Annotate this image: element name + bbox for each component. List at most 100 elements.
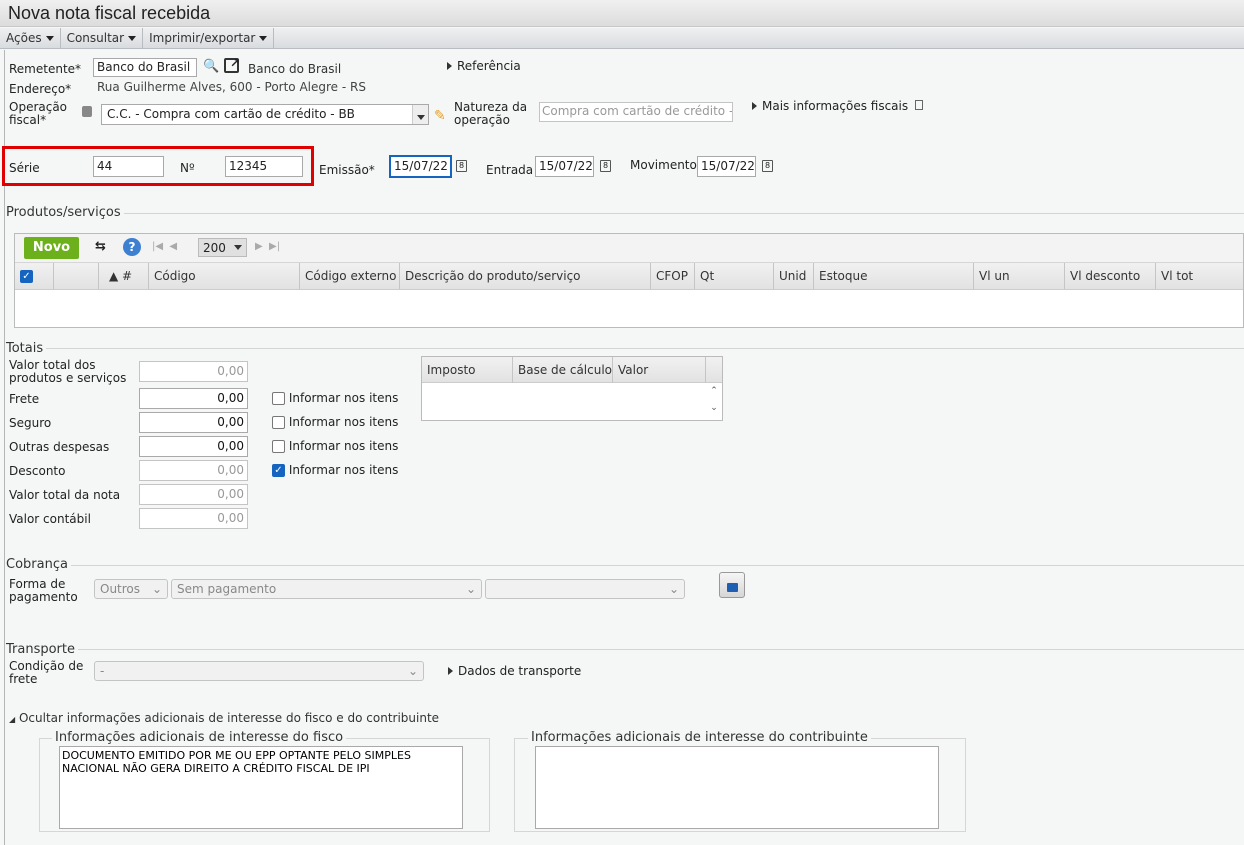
col-valor[interactable]: Valor — [613, 357, 706, 383]
expand-icon — [447, 62, 452, 70]
fisco-textarea[interactable]: DOCUMENTO EMITIDO POR ME OU EPP OPTANTE … — [59, 746, 463, 829]
col-vl-un[interactable]: Vl un — [974, 263, 1065, 289]
outras-despesas-label: Outras despesas — [9, 440, 110, 454]
serie-label: Série — [9, 161, 40, 175]
condicao-pagamento-select[interactable]: Sem pagamento ⌄ — [171, 579, 482, 599]
remetente-label: Remetente* — [9, 62, 82, 76]
calendar-icon[interactable]: 8 — [762, 160, 773, 172]
menu-label: Consultar — [66, 31, 125, 45]
pager-next-last-icons[interactable]: ▶ ▶| — [255, 241, 280, 252]
produtos-section-title: Produtos/serviços — [6, 205, 124, 220]
caret-down-icon — [259, 36, 268, 41]
dados-transporte-link[interactable]: Dados de transporte — [448, 665, 581, 678]
collapse-icon: ◢ — [9, 715, 16, 724]
remetente-name: Banco do Brasil — [248, 62, 342, 76]
help-icon[interactable]: ? — [123, 238, 141, 256]
select-value: - — [100, 664, 105, 678]
scrollbar[interactable]: ⌃ ⌄ — [706, 383, 722, 420]
frete-input[interactable]: 0,00 — [139, 388, 248, 409]
referencia-link[interactable]: Referência — [447, 60, 521, 73]
chevron-down-icon: ⌄ — [668, 582, 679, 596]
search-icon[interactable]: 🔍 — [203, 59, 219, 74]
unlock-button[interactable] — [719, 572, 745, 598]
dados-transporte-label: Dados de transporte — [458, 664, 582, 678]
imposto-grid: Imposto Base de cálculo Valor ⌃ ⌄ — [421, 356, 723, 421]
natureza-input[interactable]: Compra com cartão de crédito - I — [539, 102, 733, 122]
col-estoque[interactable]: Estoque — [814, 263, 974, 289]
checkbox-label: Informar nos itens — [288, 391, 399, 405]
forma-pagamento-label: Forma de pagamento — [9, 578, 78, 604]
grid-header: ✓ ▲ # Código Código externo Descrição do… — [15, 263, 1243, 290]
menu-acoes[interactable]: Ações — [0, 28, 61, 48]
seguro-label: Seguro — [9, 416, 52, 430]
select-all-checkbox[interactable]: ✓ — [15, 263, 54, 289]
condicao-frete-select[interactable]: - ⌄ — [94, 661, 424, 681]
serie-input[interactable]: 44 — [93, 156, 164, 177]
document-icon — [914, 100, 923, 110]
operacao-fiscal-select[interactable]: C.C. - Compra com cartão de crédito - BB — [101, 104, 429, 125]
calendar-icon[interactable]: 8 — [600, 160, 611, 172]
forma-pagamento-select[interactable]: Outros ⌄ — [94, 579, 168, 599]
produtos-grid: Novo ⇆ ? |◀ ◀ 200 ▶ ▶| ✓ ▲ # Código Códi… — [14, 233, 1244, 328]
label-line: operação — [454, 113, 510, 127]
checkbox-label: Informar nos itens — [288, 415, 399, 429]
select-value: Outros — [100, 582, 141, 596]
chevron-down-icon: ⌄ — [151, 582, 162, 596]
col-unid[interactable]: Unid — [774, 263, 814, 289]
remetente-input[interactable]: Banco do Brasil — [93, 58, 197, 77]
pencil-icon[interactable]: ✎ — [434, 108, 446, 124]
col-codigo-externo[interactable]: Código externo — [300, 263, 400, 289]
emissao-input[interactable]: 15/07/22 — [389, 155, 452, 178]
outras-informar-checkbox[interactable]: Informar nos itens — [272, 440, 398, 453]
checkbox-checked-icon: ✓ — [272, 464, 285, 477]
seguro-informar-checkbox[interactable]: Informar nos itens — [272, 416, 398, 429]
expand-icon — [448, 667, 453, 675]
novo-button[interactable]: Novo — [24, 237, 79, 259]
menu-consultar[interactable]: Consultar — [61, 28, 144, 48]
mais-informacoes-link[interactable]: Mais informações fiscais — [752, 100, 923, 113]
label-line: fiscal* — [9, 113, 47, 127]
pagamento-extra-select[interactable]: ⌄ — [485, 579, 685, 599]
seguro-input[interactable]: 0,00 — [139, 412, 248, 433]
col-vl-tot[interactable]: Vl tot — [1156, 263, 1244, 289]
col-base-calculo[interactable]: Base de cálculo — [513, 357, 613, 383]
col-codigo[interactable]: Código — [149, 263, 300, 289]
menu-imprimir[interactable]: Imprimir/exportar — [143, 28, 275, 48]
entrada-input[interactable]: 15/07/22 — [535, 156, 594, 177]
referencia-label: Referência — [457, 59, 521, 73]
total-produtos-label: Valor total dos produtos e serviços — [9, 359, 126, 385]
calendar-icon[interactable]: 8 — [456, 160, 467, 172]
menu-label: Imprimir/exportar — [149, 31, 256, 45]
external-link-icon[interactable]: ↗ — [224, 56, 240, 73]
page-size-select[interactable]: 200 — [198, 238, 247, 257]
col-descricao[interactable]: Descrição do produto/serviço — [400, 263, 651, 289]
refresh-icon[interactable]: ⇆ — [95, 239, 106, 254]
valor-contabil-input: 0,00 — [139, 508, 248, 529]
movimento-input[interactable]: 15/07/22 — [697, 156, 756, 177]
caret-down-icon — [45, 36, 54, 41]
col-vl-desconto[interactable]: Vl desconto — [1065, 263, 1156, 289]
numero-label: Nº — [180, 161, 195, 175]
menu-bar: Ações Consultar Imprimir/exportar — [0, 28, 1244, 49]
movimento-label: Movimento — [630, 158, 697, 172]
pager-first-prev-icons[interactable]: |◀ ◀ — [152, 241, 177, 252]
checkbox-label: Informar nos itens — [288, 463, 399, 477]
contribuinte-textarea[interactable] — [535, 746, 939, 829]
outras-despesas-input[interactable]: 0,00 — [139, 436, 248, 457]
operacao-value: C.C. - Compra com cartão de crédito - BB — [107, 107, 355, 121]
col-qt[interactable]: Qt — [695, 263, 774, 289]
desconto-informar-checkbox[interactable]: ✓ Informar nos itens — [272, 464, 398, 477]
menu-label: Ações — [6, 31, 42, 45]
window-title: Nova nota fiscal recebida — [0, 0, 1244, 27]
col-imposto[interactable]: Imposto — [422, 357, 513, 383]
grid-col — [54, 263, 99, 289]
col-cfop[interactable]: CFOP — [651, 263, 695, 289]
checkbox-label: Informar nos itens — [288, 439, 399, 453]
grid-toolbar: Novo ⇆ ? |◀ ◀ 200 ▶ ▶| — [15, 234, 1243, 263]
checkbox-checked-icon: ✓ — [20, 270, 33, 283]
ocultar-adicionais-toggle[interactable]: ◢ Ocultar informações adicionais de inte… — [9, 712, 439, 726]
frete-informar-checkbox[interactable]: Informar nos itens — [272, 392, 398, 405]
numero-input[interactable]: 12345 — [225, 156, 303, 177]
label-line: produtos e serviços — [9, 371, 127, 385]
col-numero[interactable]: ▲ # — [99, 263, 149, 289]
